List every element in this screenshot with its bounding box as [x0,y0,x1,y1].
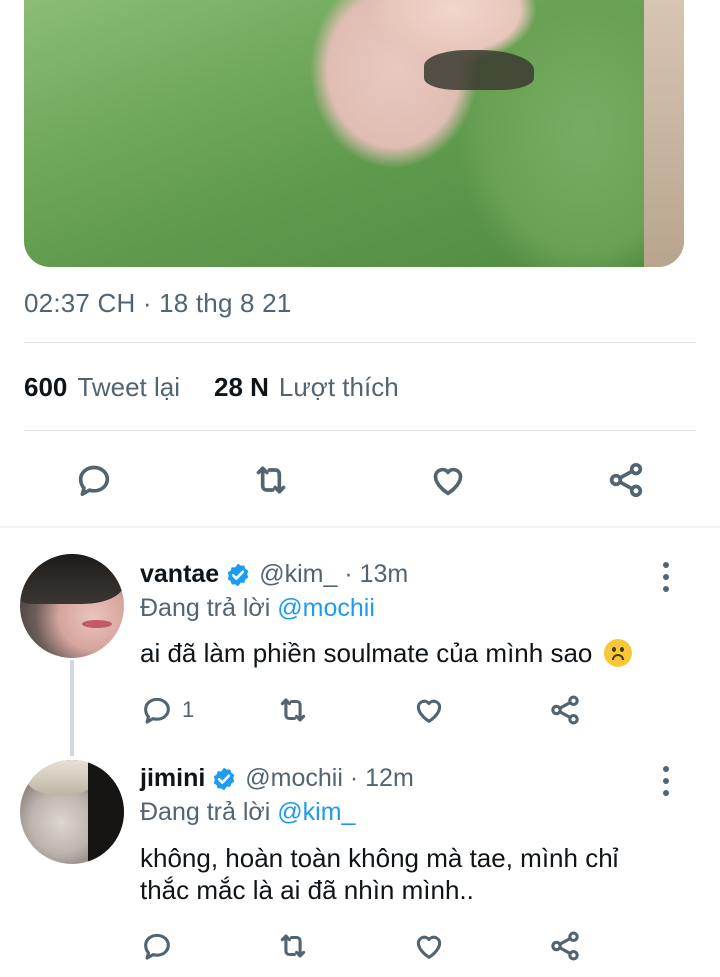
avatar[interactable] [20,554,124,658]
reply-header: jimini @mochii · 12m [140,764,414,793]
tweet-action-bar [0,454,720,506]
like-button[interactable] [412,690,446,730]
replying-prefix: Đang trả lời [140,798,271,826]
retweet-icon [280,934,306,958]
heart-icon [433,467,463,496]
tweet-stats: 600 Tweet lại 28 N Lượt thích [24,372,399,403]
share-icon [551,695,579,725]
reply-text-line: thắc mắc là ai đã nhìn mình.. [140,875,474,905]
share-button[interactable] [548,926,582,966]
like-button[interactable] [412,926,446,966]
reply-text-line: không, hoàn toàn không mà tae, mình chỉ [140,843,619,873]
likes-count[interactable]: 28 N [214,372,269,403]
display-name[interactable]: vantae [140,560,219,589]
retweet-button[interactable] [245,454,297,506]
retweet-button[interactable] [276,690,310,730]
avatar[interactable] [20,760,124,864]
reply-icon [144,933,170,960]
share-icon [609,463,643,497]
likes-label[interactable]: Lượt thích [279,372,399,403]
reply-button[interactable] [68,454,120,506]
more-options-button[interactable] [656,562,676,592]
tweet-media-image[interactable] [24,0,684,267]
verified-badge-icon [211,766,237,792]
reply-icon [78,465,110,496]
retweets-count[interactable]: 600 [24,372,67,403]
share-button[interactable] [600,454,652,506]
reply-text-content: ai đã làm phiền soulmate của mình sao [140,638,593,668]
handle-and-time: @kim_ · 13m [259,560,409,588]
mention-link[interactable]: @mochii [277,594,375,622]
divider [24,342,696,343]
tweet-timestamp: 02:37 CH · 18 thg 8 21 [24,288,292,318]
reply-header: vantae @kim_ · 13m [140,560,408,589]
replying-prefix: Đang trả lời [140,594,271,622]
share-icon [551,931,579,961]
reply-text: ai đã làm phiền soulmate của mình sao [140,637,700,669]
reply-count: 1 [182,697,195,722]
replying-to: Đang trả lời @kim_ [140,798,355,827]
verified-badge-icon [225,562,251,588]
reply-button[interactable] [140,926,174,966]
replying-to: Đang trả lời @mochii [140,594,375,623]
heart-icon [416,699,442,723]
like-button[interactable] [422,454,474,506]
share-button[interactable] [548,690,582,730]
reply-button[interactable]: 1 [140,690,194,730]
section-divider [0,526,720,528]
upside-down-face-emoji [603,639,632,667]
mention-link[interactable]: @kim_ [277,798,355,826]
reply-text: không, hoàn toàn không mà tae, mình chỉ … [140,842,700,906]
display-name[interactable]: jimini [140,764,205,793]
retweets-label[interactable]: Tweet lại [77,372,180,403]
handle-and-time: @mochii · 12m [245,764,414,792]
thread-connector-line [70,660,74,756]
retweet-icon [280,698,306,722]
reply-icon [144,697,170,724]
retweet-button[interactable] [276,926,310,966]
more-options-button[interactable] [656,766,676,796]
retweet-icon [256,466,286,494]
heart-icon [416,935,442,959]
divider [24,430,696,431]
